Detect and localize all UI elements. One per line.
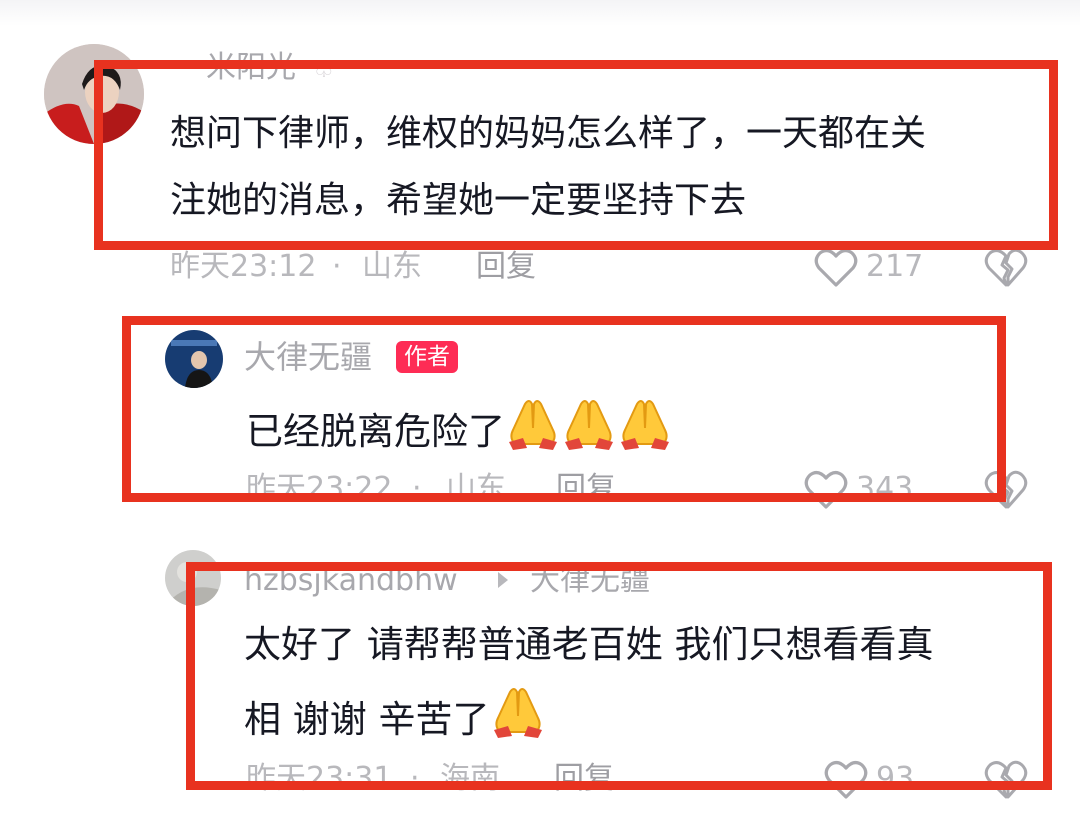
highlight-box [94, 60, 1058, 250]
highlight-box [122, 316, 1006, 502]
heart-outline-icon[interactable] [814, 248, 858, 288]
broken-heart-icon[interactable] [984, 248, 1028, 288]
highlight-box [186, 562, 1052, 790]
top-fade [0, 0, 1080, 26]
comment-location: 山东 [362, 249, 422, 284]
reply-button[interactable]: 回复 [476, 246, 536, 288]
meta-separator: · [332, 249, 342, 284]
like-count: 217 [866, 249, 924, 284]
comment-time: 昨天23:12 [170, 249, 317, 284]
